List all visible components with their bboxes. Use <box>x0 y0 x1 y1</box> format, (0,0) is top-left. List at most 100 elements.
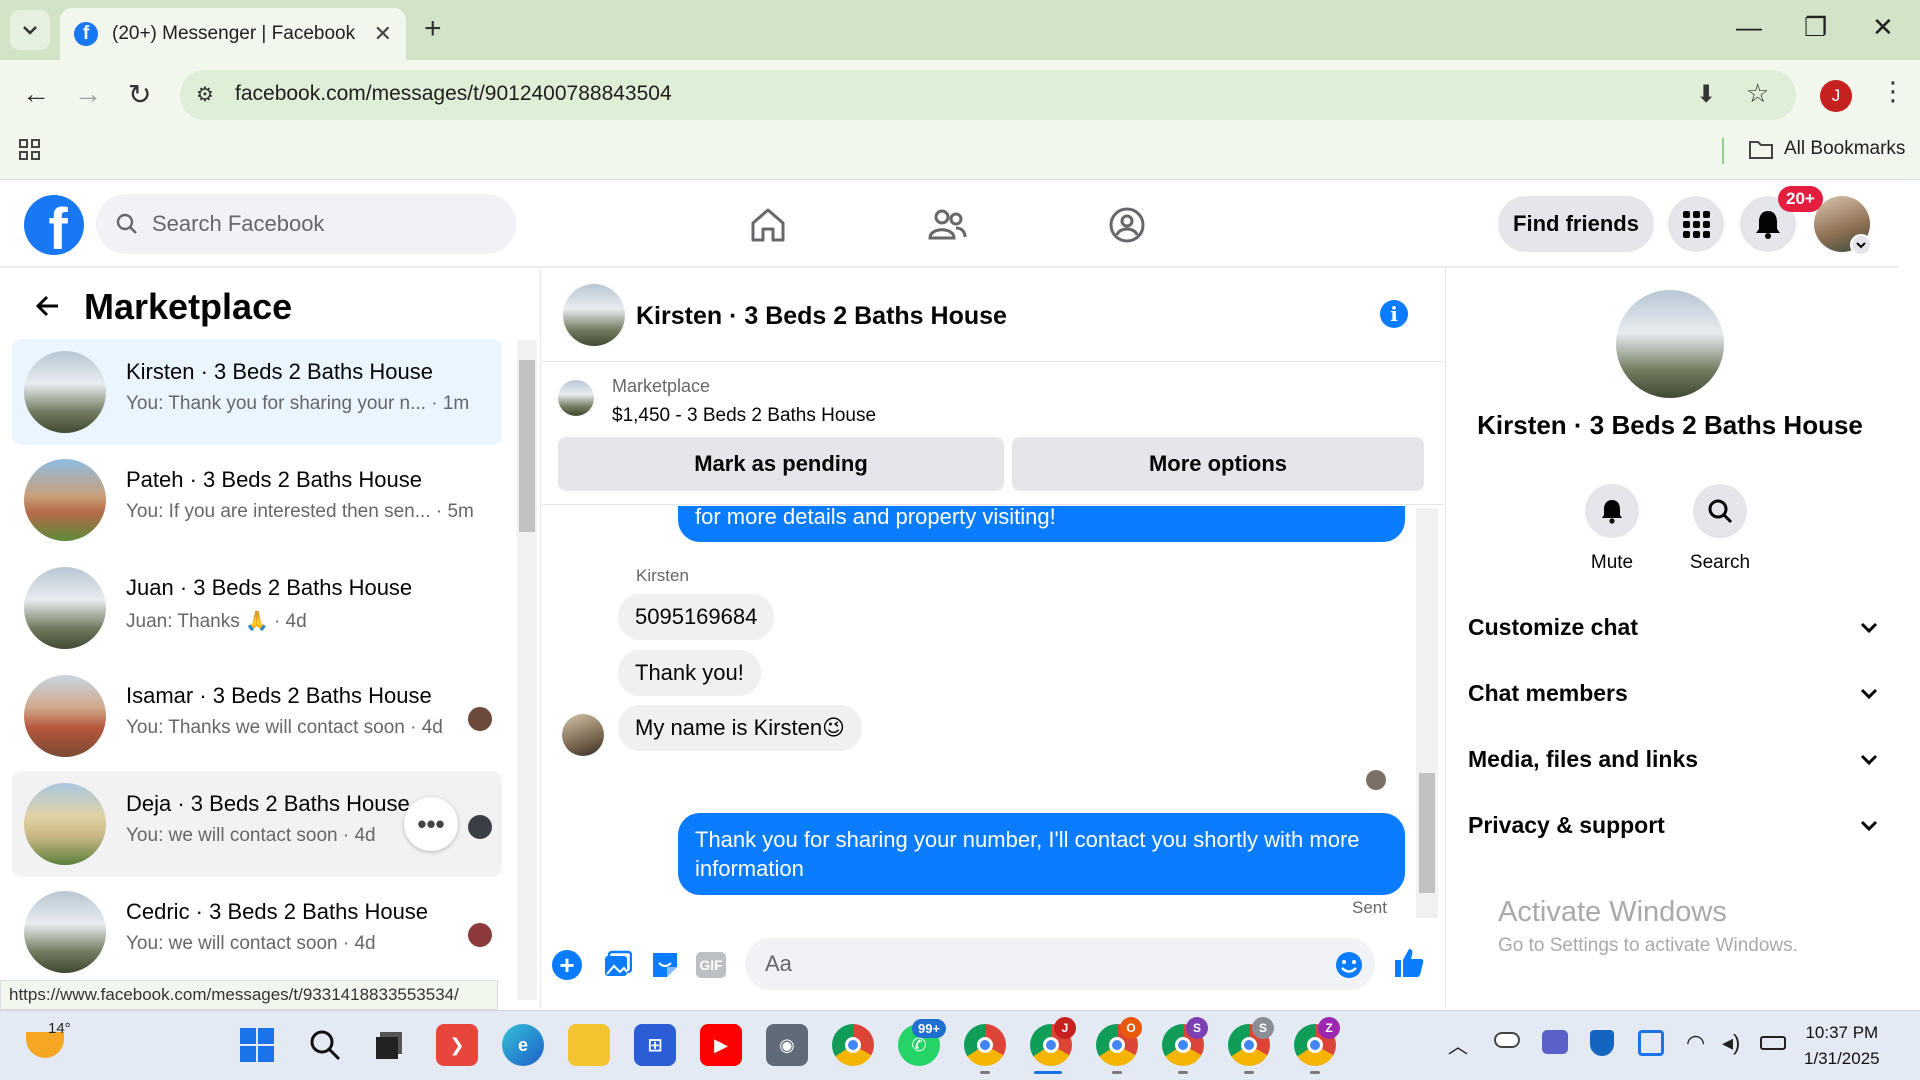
facebook-search-input[interactable]: Search Facebook <box>96 194 516 254</box>
chevron-down-icon <box>1860 820 1878 831</box>
conversation-scrollbar[interactable] <box>517 340 537 1000</box>
privacy-support-section[interactable]: Privacy & support <box>1468 812 1878 839</box>
more-options-button[interactable]: More options <box>1012 437 1424 491</box>
camera-icon[interactable]: ◉ <box>766 1024 808 1066</box>
task-view-icon[interactable] <box>368 1024 410 1066</box>
restore-icon[interactable]: ❐ <box>1804 12 1827 43</box>
wifi-icon[interactable]: ◠ <box>1686 1030 1705 1056</box>
mute-button[interactable]: Mute <box>1562 484 1662 574</box>
info-icon[interactable]: i <box>1380 300 1408 328</box>
facebook-logo[interactable]: f <box>24 195 84 255</box>
incoming-message[interactable]: My name is Kirsten😉 <box>618 705 862 751</box>
anydesk-icon[interactable]: ❯ <box>436 1024 478 1066</box>
search-in-chat-button[interactable]: Search <box>1670 484 1770 574</box>
install-app-icon[interactable]: ⬇ <box>1696 80 1716 109</box>
menu-kebab-icon[interactable]: ⋮ <box>1880 76 1906 107</box>
account-chevron-icon[interactable] <box>1850 234 1872 256</box>
facebook-favicon-icon: f <box>74 22 98 46</box>
chat-members-section[interactable]: Chat members <box>1468 680 1878 707</box>
volume-icon[interactable]: ◂) <box>1722 1030 1740 1056</box>
conversation-avatar <box>24 351 106 433</box>
reload-icon[interactable]: ↻ <box>128 78 151 111</box>
browser-tab[interactable]: f (20+) Messenger | Facebook ✕ <box>60 8 406 60</box>
file-explorer-icon[interactable] <box>568 1024 610 1066</box>
scrollbar-thumb[interactable] <box>1419 773 1435 893</box>
mark-as-pending-button[interactable]: Mark as pending <box>558 437 1004 491</box>
bell-icon <box>1602 500 1622 524</box>
sticker-icon[interactable] <box>650 950 680 985</box>
chat-avatar[interactable] <box>563 284 625 346</box>
conversation-item[interactable]: Kirsten · 3 Beds 2 Baths House You: Than… <box>12 339 502 445</box>
running-indicator <box>980 1071 990 1074</box>
tab-search-button[interactable] <box>10 10 50 50</box>
url-text[interactable]: facebook.com/messages/t/9012400788843504 <box>235 82 672 106</box>
listing-title[interactable]: $1,450 - 3 Beds 2 Baths House <box>612 405 876 427</box>
message-input[interactable]: Aa <box>745 938 1375 990</box>
incoming-message[interactable]: Thank you! <box>618 650 761 696</box>
apps-grid-icon[interactable] <box>18 138 42 167</box>
conversation-item[interactable]: Juan · 3 Beds 2 Baths House Juan: Thanks… <box>12 555 502 661</box>
onedrive-icon[interactable] <box>1494 1032 1520 1048</box>
system-clock[interactable]: 10:37 PM 1/31/2025 <box>1804 1020 1880 1072</box>
incoming-message[interactable]: 5095169684 <box>618 594 775 640</box>
chat-scrollbar[interactable] <box>1416 508 1438 918</box>
battery-icon[interactable] <box>1760 1036 1786 1050</box>
conversation-preview: You: Thank you for sharing your n... · 1… <box>126 393 470 414</box>
bookmark-divider <box>1722 138 1724 164</box>
running-indicator <box>1244 1071 1254 1074</box>
chevron-down-icon <box>1860 622 1878 633</box>
emoji-icon[interactable] <box>1334 950 1364 985</box>
menu-grid-button[interactable] <box>1668 196 1724 252</box>
gif-icon[interactable]: GIF <box>696 952 726 978</box>
security-shield-icon[interactable] <box>1590 1030 1614 1056</box>
chat-title[interactable]: Kirsten · 3 Beds 2 Baths House <box>636 302 1007 331</box>
add-attachment-icon[interactable]: + <box>552 950 582 980</box>
media-files-links-section[interactable]: Media, files and links <box>1468 746 1878 773</box>
conversation-item[interactable]: Deja · 3 Beds 2 Baths House You: we will… <box>12 771 502 877</box>
back-arrow-icon[interactable] <box>34 292 62 325</box>
new-tab-button[interactable]: + <box>424 12 442 46</box>
close-window-icon[interactable]: ✕ <box>1872 12 1894 43</box>
teams-icon[interactable] <box>1542 1030 1568 1054</box>
read-receipt-avatar <box>1366 770 1386 790</box>
outgoing-message[interactable]: for more details and property visiting! <box>678 506 1405 542</box>
bookmark-star-icon[interactable]: ☆ <box>1746 78 1769 109</box>
friends-icon[interactable] <box>922 200 972 250</box>
forward-icon[interactable]: → <box>74 78 102 110</box>
marketplace-label: Marketplace <box>612 376 711 396</box>
close-tab-icon[interactable]: ✕ <box>374 21 392 47</box>
conversation-name: Kirsten · 3 Beds 2 Baths House <box>126 359 433 384</box>
find-friends-button[interactable]: Find friends <box>1498 196 1654 252</box>
edge-icon[interactable]: e <box>502 1024 544 1066</box>
search-label: Search <box>1689 552 1751 573</box>
site-info-icon[interactable]: ⚙ <box>196 82 214 107</box>
chrome-profile-icon[interactable] <box>964 1024 1006 1066</box>
conversation-item[interactable]: Isamar · 3 Beds 2 Baths House You: Thank… <box>12 663 502 769</box>
home-icon[interactable] <box>743 200 793 250</box>
scrollbar-thumb[interactable] <box>519 360 535 532</box>
youtube-icon[interactable]: ▶ <box>700 1024 742 1066</box>
all-bookmarks-button[interactable]: All Bookmarks <box>1748 138 1905 160</box>
photo-icon[interactable] <box>602 950 633 985</box>
minimize-icon[interactable]: — <box>1736 12 1762 43</box>
windows-start-icon[interactable] <box>236 1024 278 1066</box>
whatsapp-badge: 99+ <box>912 1019 947 1038</box>
search-icon[interactable] <box>304 1024 346 1066</box>
bell-icon <box>1756 211 1780 239</box>
page-scrollbar[interactable] <box>1898 180 1920 1008</box>
conversation-item[interactable]: Pateh · 3 Beds 2 Baths House You: If you… <box>12 447 502 553</box>
show-hidden-icons[interactable]: ︿ <box>1448 1030 1468 1059</box>
chrome-icon[interactable] <box>832 1024 874 1066</box>
microsoft-store-icon[interactable]: ⊞ <box>634 1024 676 1066</box>
like-thumb-icon[interactable] <box>1392 946 1426 985</box>
groups-icon[interactable] <box>1102 200 1152 250</box>
profile-avatar[interactable]: J <box>1820 80 1852 112</box>
notification-badge: 20+ <box>1778 186 1823 212</box>
profile-picture[interactable] <box>1616 290 1724 398</box>
more-options-icon[interactable]: ••• <box>404 797 458 851</box>
conversation-item[interactable]: Cedric · 3 Beds 2 Baths House You: we wi… <box>12 879 502 979</box>
back-icon[interactable]: ← <box>22 78 50 110</box>
customize-chat-section[interactable]: Customize chat <box>1468 614 1878 641</box>
remote-desktop-icon[interactable] <box>1638 1030 1664 1056</box>
outgoing-message[interactable]: Thank you for sharing your number, I'll … <box>678 813 1405 895</box>
